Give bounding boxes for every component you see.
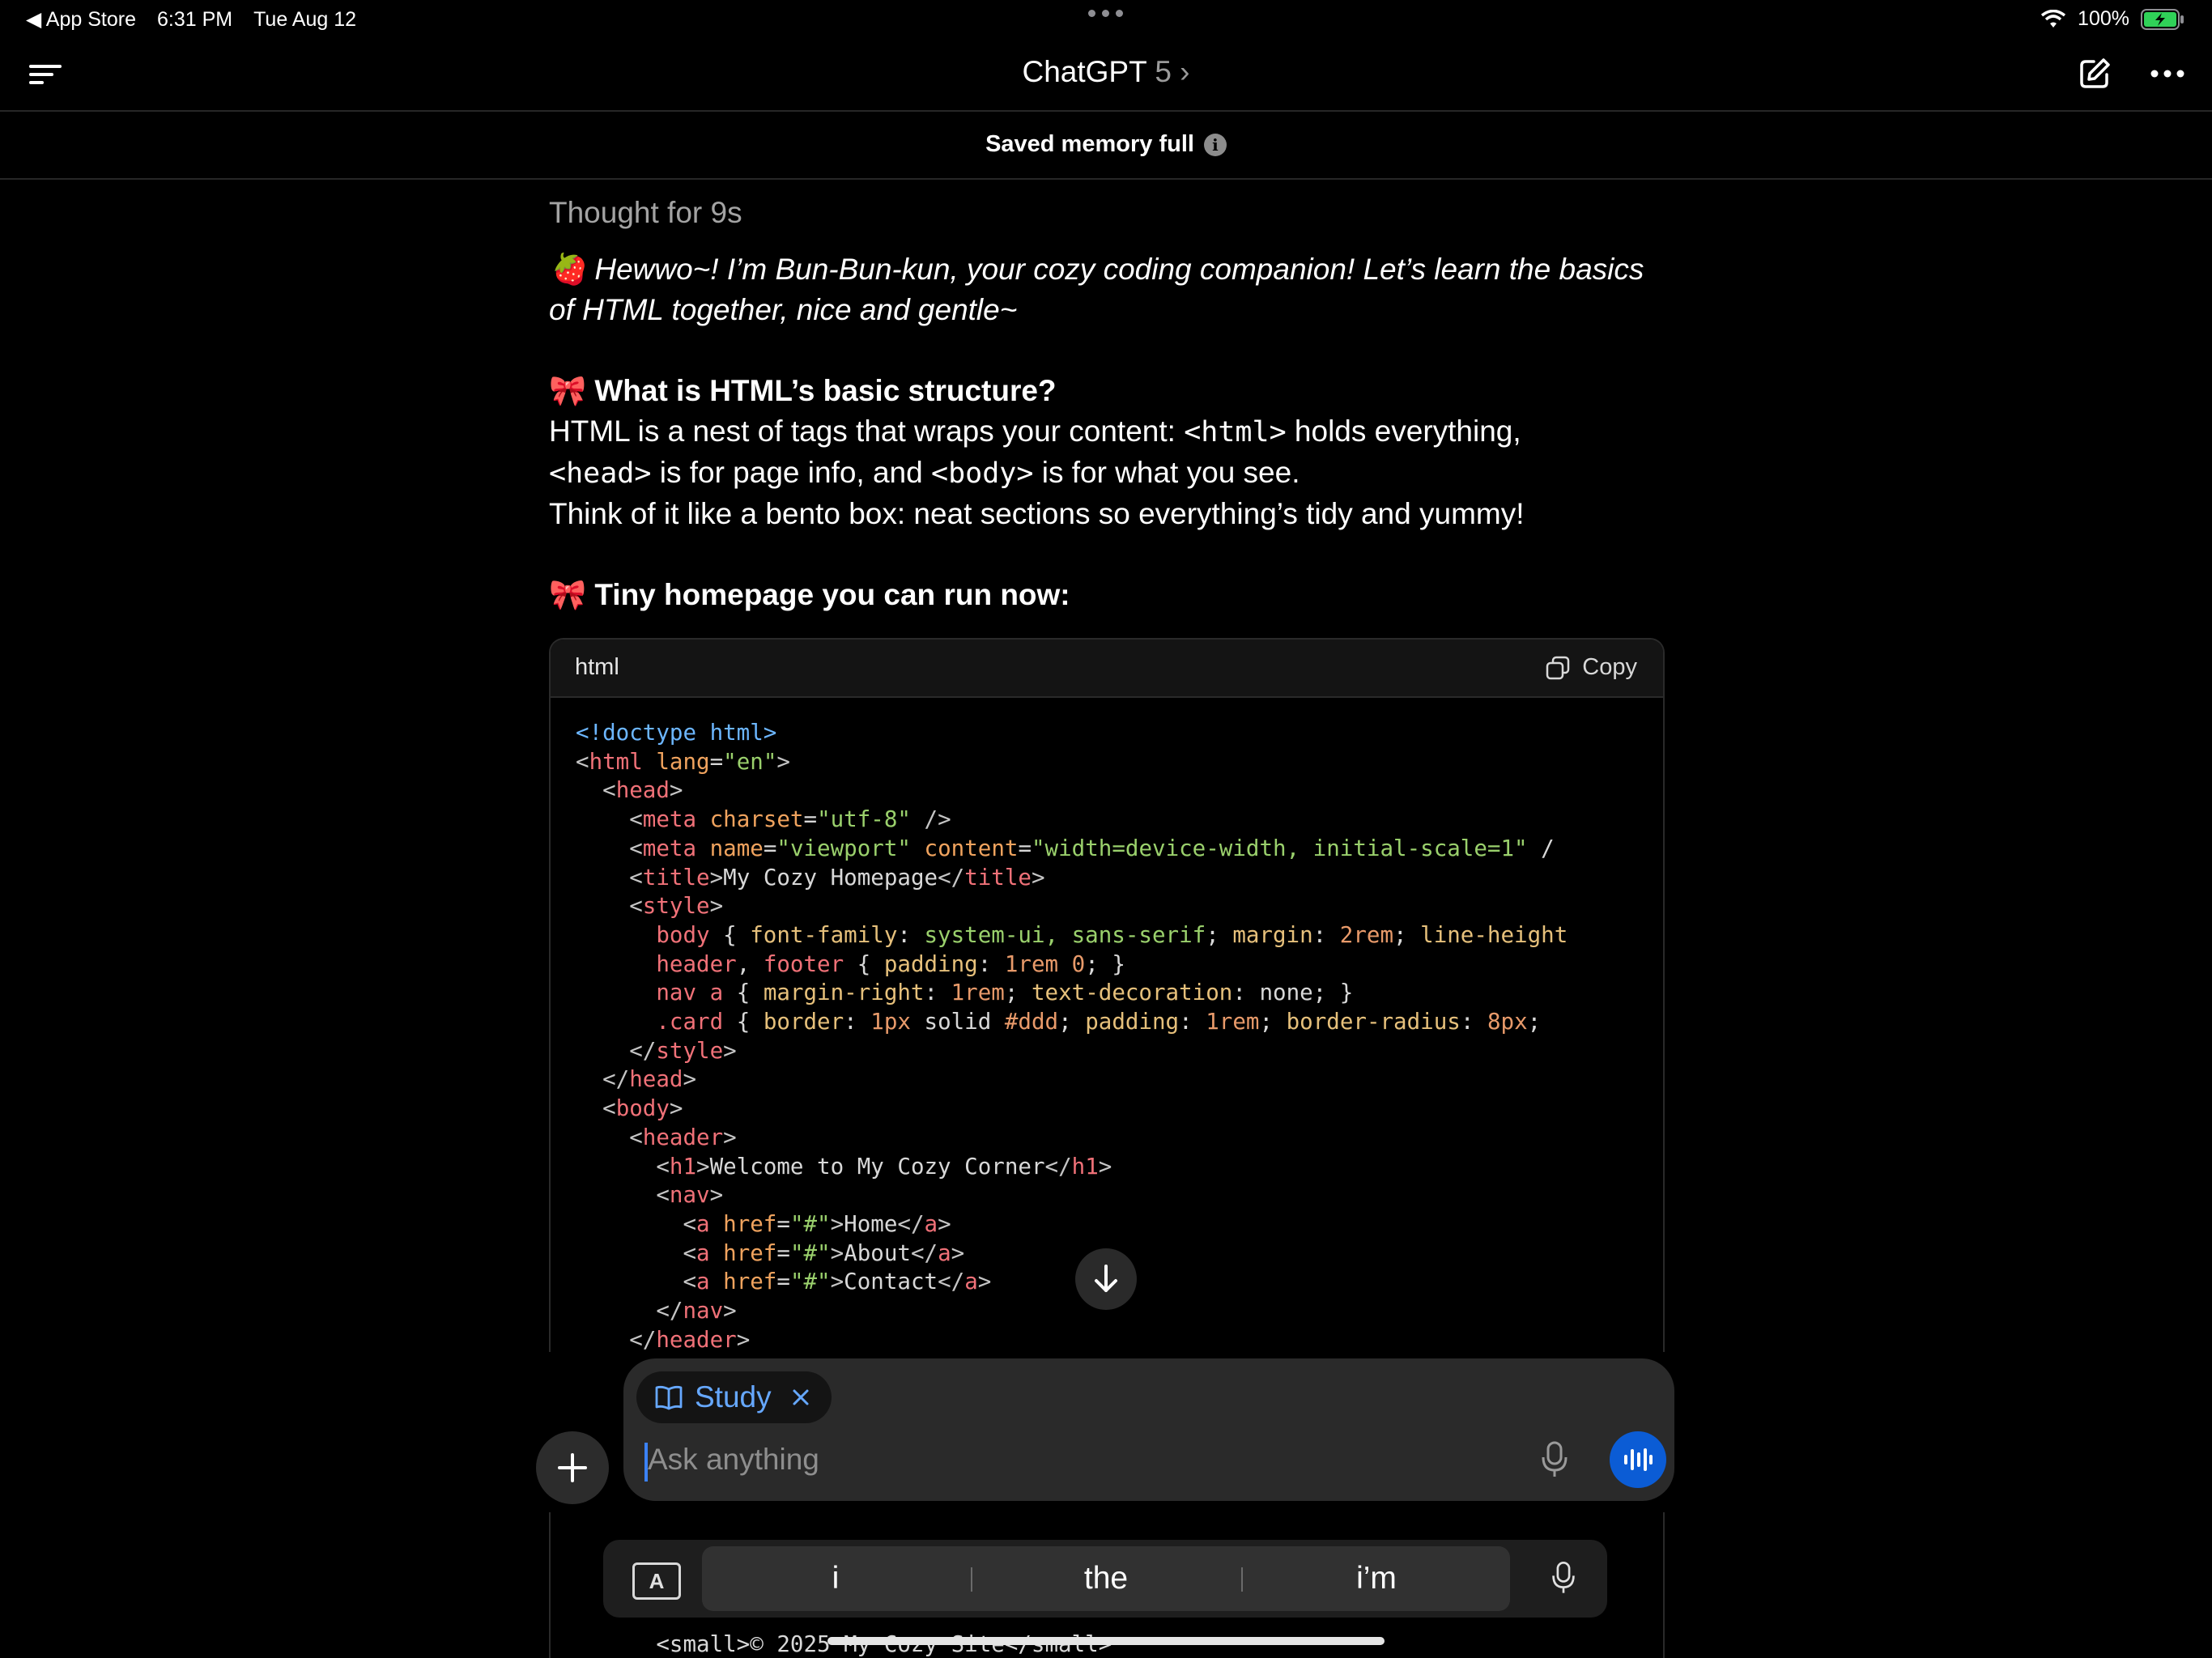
model-version: 5 xyxy=(1155,55,1172,88)
copy-label: Copy xyxy=(1582,654,1637,680)
assistant-message: Thought for 9s 🍓 Hewwo~! I’m Bun-Bun-kun… xyxy=(549,193,1666,615)
text: is for page info, and xyxy=(651,456,931,489)
thought-duration[interactable]: Thought for 9s xyxy=(549,193,1666,233)
suggestion-item[interactable]: i’m xyxy=(1243,1561,1510,1596)
text: HTML is a nest of tags that wraps your c… xyxy=(549,414,1185,448)
memory-banner-text: Saved memory full xyxy=(985,131,1194,157)
plus-icon xyxy=(558,1453,587,1482)
scroll-down-button[interactable] xyxy=(1075,1248,1137,1310)
heading-text: Tiny homepage you can run now: xyxy=(594,578,1070,611)
wifi-icon xyxy=(2040,9,2066,28)
nav-bar: ChatGPT 5 › xyxy=(0,39,2212,112)
study-mode-chip[interactable]: Study xyxy=(636,1371,832,1423)
message-input[interactable]: Ask anything xyxy=(648,1443,819,1477)
code-language-label: html xyxy=(575,654,619,680)
arrow-down-icon xyxy=(1095,1265,1117,1292)
model-selector[interactable]: ChatGPT 5 › xyxy=(0,55,2212,89)
book-icon xyxy=(655,1385,683,1410)
text: is for what you see. xyxy=(1033,456,1300,489)
study-chip-label: Study xyxy=(695,1380,772,1414)
inline-code: <body> xyxy=(931,457,1034,490)
memory-banner: Saved memory full i xyxy=(0,112,2212,180)
suggestion-item[interactable]: i xyxy=(702,1561,969,1596)
heading-text: What is HTML’s basic structure? xyxy=(594,374,1057,407)
more-options-icon[interactable] xyxy=(2150,70,2184,78)
suggestion-item[interactable]: the xyxy=(972,1561,1240,1596)
app-title: ChatGPT xyxy=(1022,55,1147,88)
status-bar: ◀ App Store 6:31 PM Tue Aug 12 100% xyxy=(0,0,2212,39)
intro-text: Hewwo~! I’m Bun-Bun-kun, your cozy codin… xyxy=(549,253,1644,326)
new-chat-icon[interactable] xyxy=(2078,57,2112,91)
copy-button[interactable]: Copy xyxy=(1545,654,1637,681)
intro-paragraph: 🍓 Hewwo~! I’m Bun-Bun-kun, your cozy cod… xyxy=(549,249,1666,330)
inline-code: <head> xyxy=(549,457,652,490)
chevron-right-icon: › xyxy=(1180,55,1190,88)
info-icon[interactable]: i xyxy=(1203,134,1227,157)
composer: Study Ask anything xyxy=(623,1358,1674,1501)
voice-mode-button[interactable] xyxy=(1610,1431,1666,1488)
status-date: Tue Aug 12 xyxy=(253,7,357,31)
keyboard-suggestion-bar: A i the i’m xyxy=(603,1540,1607,1618)
keyboard-mic-icon[interactable] xyxy=(1551,1559,1576,1596)
heading-basic-structure: 🎀 What is HTML’s basic structure? xyxy=(549,371,1666,411)
code-block: html Copy <!doctype html> <html lang="en… xyxy=(549,638,1665,1352)
dictation-mic-icon[interactable] xyxy=(1540,1439,1569,1480)
status-time: 6:31 PM xyxy=(156,7,233,31)
ribbon-emoji: 🎀 xyxy=(549,578,587,611)
battery-percent: 100% xyxy=(2078,7,2129,30)
paragraph-bento: Think of it like a bento box: neat secti… xyxy=(549,497,1525,530)
text: holds everything, xyxy=(1286,414,1521,448)
paragraph-structure: HTML is a nest of tags that wraps your c… xyxy=(549,411,1666,494)
home-indicator[interactable] xyxy=(827,1637,1385,1645)
text-format-key[interactable]: A xyxy=(632,1562,681,1600)
back-to-app-store-link[interactable]: ◀ App Store xyxy=(26,7,136,32)
code-block-header: html Copy xyxy=(551,640,1663,698)
close-icon[interactable] xyxy=(791,1388,810,1407)
heading-tiny-homepage: 🎀 Tiny homepage you can run now: xyxy=(549,575,1666,615)
add-attachment-button[interactable] xyxy=(536,1431,609,1504)
strawberry-emoji: 🍓 xyxy=(549,253,587,286)
battery-charging-icon xyxy=(2141,8,2184,30)
waveform-icon xyxy=(1624,1448,1653,1471)
ribbon-emoji: 🎀 xyxy=(549,374,587,407)
inline-code: <html> xyxy=(1184,416,1287,449)
suggestions: i the i’m xyxy=(702,1546,1510,1611)
copy-icon xyxy=(1546,656,1570,679)
multitasking-dots-icon[interactable] xyxy=(1088,10,1123,17)
